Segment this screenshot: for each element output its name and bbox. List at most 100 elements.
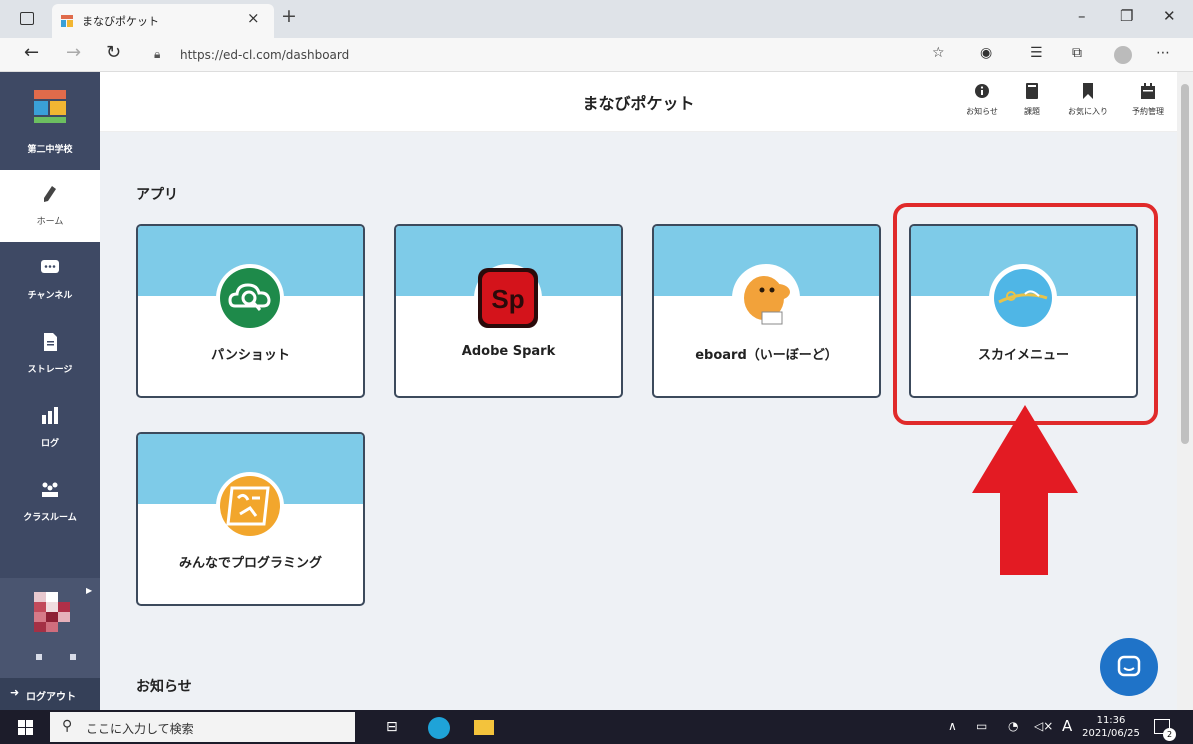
clock-date: 2021/06/25 <box>1082 728 1140 739</box>
extension-icon[interactable]: ◉ <box>980 45 992 61</box>
calendar-icon <box>1141 83 1155 99</box>
app-logo <box>216 264 284 332</box>
assignments-button[interactable]: 課題 <box>1004 82 1060 117</box>
app-logo <box>732 264 800 332</box>
chat-support-button[interactable] <box>1100 638 1158 696</box>
red-arrow-icon <box>972 405 1078 575</box>
spark-logo-text: Sp <box>491 284 524 314</box>
book-icon <box>1026 83 1038 99</box>
sidebar-item-channel[interactable]: チャンネル <box>0 244 100 316</box>
header-button-label: 予約管理 <box>1132 107 1164 116</box>
sidebar-item-label: チャンネル <box>27 291 73 301</box>
close-window-button[interactable]: ✕ <box>1163 7 1176 25</box>
app-name: みんなでプログラミング <box>178 556 322 571</box>
tab-close-button[interactable]: × <box>247 9 260 27</box>
favorites-add-icon[interactable]: ☆ <box>932 45 945 61</box>
sidebar-item-classroom[interactable]: クラスルーム <box>0 466 100 538</box>
collections-icon[interactable]: ⧉ <box>1072 45 1082 61</box>
profile-icon[interactable] <box>1114 46 1132 64</box>
chat-icon <box>41 260 59 273</box>
file-explorer-icon[interactable] <box>474 720 494 735</box>
reservations-button[interactable]: 予約管理 <box>1120 82 1176 117</box>
header-button-label: お知らせ <box>966 107 998 116</box>
clock-time: 11:36 <box>1096 715 1126 726</box>
app-name: パンショット <box>211 348 290 363</box>
task-view-icon[interactable]: ⊟ <box>386 719 398 735</box>
more-icon[interactable]: ⋯ <box>1156 45 1170 61</box>
sidebar-item-label: ホーム <box>36 217 64 227</box>
expand-triangle-icon[interactable]: ▶ <box>86 586 92 595</box>
header-button-label: お気に入り <box>1068 107 1108 116</box>
header-button-label: 課題 <box>1024 107 1040 116</box>
logout-label: ログアウト <box>26 692 76 703</box>
url-text: https://ed-cl.com/dashboard <box>180 48 350 62</box>
back-icon[interactable]: ← <box>24 42 39 63</box>
search-placeholder: ここに入力して検索 <box>86 722 194 736</box>
wifi-icon[interactable]: ◔ <box>1008 719 1018 733</box>
info-icon <box>975 84 989 98</box>
app-card-minpro[interactable]: みんなでプログラミング <box>136 432 365 606</box>
pager-dot <box>70 654 76 660</box>
minimize-button[interactable]: – <box>1078 7 1086 25</box>
app-logo <box>216 472 284 540</box>
logout-arrow-icon: ➜ <box>10 686 20 699</box>
apps-section-heading: アプリ <box>136 187 178 203</box>
document-icon <box>44 333 57 351</box>
favorites-icon[interactable]: ☰ <box>1030 45 1043 61</box>
volume-icon[interactable]: ◁× <box>1034 719 1053 733</box>
minpro-icon <box>220 476 280 536</box>
app-sidebar: 第二中学校 ホーム チャンネル ストレージ ログ クラスルーム ▶ ➜ ログアウ… <box>0 72 100 710</box>
sidebar-item-log[interactable]: ログ <box>0 392 100 464</box>
favorites-button[interactable]: お気に入り <box>1060 82 1116 117</box>
search-icon: ⚲ <box>62 718 73 734</box>
sidebar-item-home[interactable]: ホーム <box>0 170 100 242</box>
notifications-button[interactable]: お知らせ <box>954 82 1010 117</box>
forward-icon[interactable]: → <box>66 42 81 63</box>
new-tab-button[interactable]: + <box>281 5 297 27</box>
windows-start-icon[interactable] <box>18 720 33 735</box>
sidebar-item-storage[interactable]: ストレージ <box>0 318 100 390</box>
network-icon[interactable]: ▭ <box>976 719 987 733</box>
app-card-adobe-spark[interactable]: Sp Adobe Spark <box>394 224 623 398</box>
cloud-search-icon <box>220 268 280 328</box>
url-field[interactable]: 🔒︎ https://ed-cl.com/dashboard <box>144 41 958 69</box>
notification-badge: 2 <box>1163 728 1176 741</box>
taskbar-search-input[interactable]: ⚲ ここに入力して検索 <box>50 712 355 742</box>
news-section-heading: お知らせ <box>136 679 192 695</box>
logout-button[interactable]: ➜ ログアウト <box>0 678 100 710</box>
sidebar-item-label: クラスルーム <box>23 513 77 523</box>
user-account-block[interactable]: ▶ <box>0 578 100 678</box>
restore-button[interactable]: ❐ <box>1120 7 1133 25</box>
manabi-logo-icon <box>34 90 66 123</box>
school-logo-block[interactable]: 第二中学校 <box>0 72 100 170</box>
scrollbar-thumb[interactable] <box>1181 84 1189 444</box>
school-name: 第二中学校 <box>27 145 73 155</box>
ime-indicator[interactable]: A <box>1062 717 1072 735</box>
eboard-mascot-icon <box>744 276 790 325</box>
browser-titlebar: まなびポケット × + – ❐ ✕ <box>0 0 1193 38</box>
avatar <box>34 592 70 632</box>
highlight-box <box>893 203 1158 425</box>
tray-chevron-icon[interactable]: ∧ <box>948 719 957 733</box>
pager-dot <box>36 654 42 660</box>
address-bar-row: ← → ↻ 🔒︎ https://ed-cl.com/dashboard ☆ ◉… <box>0 38 1193 72</box>
tab-actions-icon[interactable] <box>20 12 34 25</box>
classroom-icon <box>42 482 58 497</box>
sidebar-item-label: ログ <box>40 439 59 449</box>
app-card-eboard[interactable]: eboard（いーぼーど） <box>652 224 881 398</box>
browser-tab[interactable]: まなびポケット × <box>52 4 274 38</box>
pencil-icon <box>44 186 56 202</box>
app-name: Adobe Spark <box>461 344 556 359</box>
windows-taskbar: ⚲ ここに入力して検索 ⊟ ∧ ▭ ◔ ◁× A 11:36 2021/06/2… <box>0 710 1193 744</box>
app-logo: Sp <box>474 264 542 332</box>
manabi-favicon-icon <box>61 15 73 27</box>
system-clock[interactable]: 11:36 2021/06/25 <box>1078 714 1144 740</box>
app-name: eboard（いーぼーど） <box>695 348 838 363</box>
refresh-icon[interactable]: ↻ <box>106 42 121 63</box>
sidebar-item-label: ストレージ <box>27 365 73 375</box>
app-card-panshot[interactable]: パンショット <box>136 224 365 398</box>
edge-icon[interactable] <box>428 717 450 739</box>
adobe-spark-icon: Sp <box>478 268 538 328</box>
bookmark-icon <box>1083 83 1093 99</box>
lock-icon: 🔒︎ <box>154 47 161 61</box>
